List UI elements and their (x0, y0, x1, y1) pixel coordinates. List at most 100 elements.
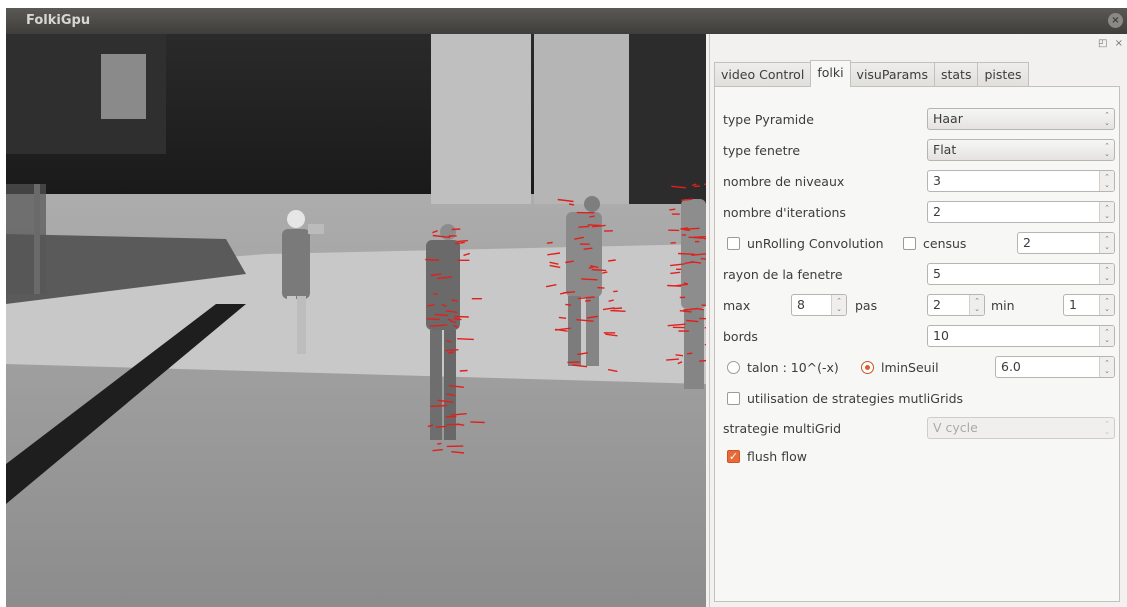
flow-vector (608, 259, 616, 262)
max-value: 8 (797, 297, 805, 312)
spin-arrows-icon: ⌃ ⌄ (1104, 420, 1110, 436)
flow-vector (470, 421, 485, 424)
spin-arrows-icon: ⌃ ⌄ (1104, 328, 1110, 344)
nombre-niveaux-value: 3 (933, 173, 941, 188)
strategie-multigrid-select[interactable]: V cycle ⌃ ⌄ (927, 417, 1115, 439)
close-window-button[interactable]: × (1108, 13, 1123, 28)
flow-vector (459, 369, 468, 372)
flow-vector (597, 286, 605, 289)
tab-folki[interactable]: folki (810, 60, 851, 87)
rayon-fenetre-label: rayon de la fenetre (723, 267, 843, 282)
nombre-iterations-spinbox[interactable]: 2 ⌃ ⌄ (927, 201, 1115, 223)
flow-vector (687, 352, 693, 355)
tab-visuparams[interactable]: visuParams (849, 62, 935, 87)
flow-vector (610, 309, 626, 312)
flow-vector (584, 299, 591, 302)
app-window: FolkiGpu × ◰ × video Control folki visuP… (6, 8, 1127, 607)
flow-vector (430, 404, 447, 408)
census-checkbox[interactable] (903, 237, 916, 250)
lminseuil-spinbox[interactable]: 6.0 ⌃ ⌄ (995, 356, 1115, 378)
title-bar: FolkiGpu × (6, 8, 1127, 34)
window-title: FolkiGpu (26, 13, 91, 28)
spin-arrows-icon: ⌃ ⌄ (1104, 266, 1110, 282)
building-window (101, 54, 146, 119)
lminseuil-radio[interactable] (861, 361, 874, 374)
talon-label: talon : 10^(-x) (747, 360, 839, 375)
lminseuil-label: lminSeuil (881, 360, 939, 375)
flow-vector (678, 252, 695, 255)
rayon-fenetre-spinbox[interactable]: 5 ⌃ ⌄ (927, 263, 1115, 285)
talon-radio[interactable] (727, 361, 740, 374)
census-spinbox[interactable]: 2 ⌃ ⌄ (1017, 232, 1115, 254)
nombre-niveaux-spinbox[interactable]: 3 ⌃ ⌄ (927, 170, 1115, 192)
flow-vector (435, 425, 447, 428)
spin-arrows-icon: ⌃ ⌄ (974, 297, 980, 313)
row-flush-flow: ✓ flush flow (715, 445, 1121, 469)
flush-flow-checkbox[interactable]: ✓ (727, 450, 740, 463)
row-nombre-niveaux: nombre de niveaux 3 ⌃ ⌄ (715, 170, 1121, 194)
strategie-multigrid-value: V cycle (933, 420, 978, 435)
pas-spinbox[interactable]: 2 ⌃ ⌄ (927, 294, 985, 316)
row-unrolling-census: unRolling Convolution census 2 ⌃ ⌄ (715, 232, 1121, 256)
tab-pistes[interactable]: pistes (977, 62, 1029, 87)
spin-arrows-icon: ⌃ ⌄ (1104, 111, 1110, 127)
max-spinbox[interactable]: 8 ⌃ ⌄ (791, 294, 847, 316)
spin-arrows-icon: ⌃ ⌄ (1104, 359, 1110, 375)
type-pyramide-value: Haar (933, 111, 963, 126)
flow-vector (451, 228, 461, 231)
flow-vector (454, 315, 469, 318)
bords-spinbox[interactable]: 10 ⌃ ⌄ (927, 325, 1115, 347)
flow-vector (697, 308, 705, 311)
row-max-pas-min: max 8 ⌃ ⌄ pas 2 ⌃ ⌄ min 1 ⌃ ⌄ (715, 294, 1121, 318)
row-talon-lminseuil: talon : 10^(-x) lminSeuil 6.0 ⌃ ⌄ (715, 356, 1121, 380)
flow-vector (694, 185, 701, 188)
type-pyramide-select[interactable]: Haar ⌃ ⌄ (927, 108, 1115, 130)
multigrid-checkbox[interactable] (727, 392, 740, 405)
min-spinbox[interactable]: 1 ⌃ ⌄ (1063, 294, 1115, 316)
flow-vector (666, 358, 679, 361)
flush-flow-label: flush flow (747, 449, 807, 464)
flow-vector (669, 208, 676, 211)
type-fenetre-select[interactable]: Flat ⌃ ⌄ (927, 139, 1115, 161)
row-nombre-iterations: nombre d'iterations 2 ⌃ ⌄ (715, 201, 1121, 225)
row-type-pyramide: type Pyramide Haar ⌃ ⌄ (715, 108, 1121, 132)
flow-vector (578, 225, 590, 228)
flow-vector (703, 237, 706, 240)
folki-tab-page: type Pyramide Haar ⌃ ⌄ type fenetre Flat … (714, 86, 1120, 602)
tab-video-control[interactable]: video Control (714, 62, 812, 87)
video-view[interactable] (6, 34, 706, 607)
min-value: 1 (1069, 297, 1077, 312)
flow-vector (568, 203, 575, 206)
flow-vector (437, 442, 442, 445)
row-bords: bords 10 ⌃ ⌄ (715, 325, 1121, 349)
flow-vector (581, 278, 598, 281)
hangar-door-left (431, 34, 531, 204)
folki-dock-panel: ◰ × video Control folki visuParams stats… (709, 34, 1127, 607)
type-fenetre-label: type fenetre (723, 143, 801, 158)
row-rayon-fenetre: rayon de la fenetre 5 ⌃ ⌄ (715, 263, 1121, 287)
spin-arrows-icon: ⌃ ⌄ (1104, 204, 1110, 220)
flow-vector (448, 351, 455, 354)
bords-label: bords (723, 329, 758, 344)
flow-vector (667, 284, 682, 287)
dock-float-close-icons[interactable]: ◰ × (1098, 38, 1125, 49)
spin-arrows-icon: ⌃ ⌄ (1104, 173, 1110, 189)
flow-vector (587, 224, 602, 227)
unrolling-convolution-checkbox[interactable] (727, 237, 740, 250)
flow-vector (457, 338, 474, 341)
flow-vector (425, 258, 440, 261)
pas-label: pas (855, 298, 878, 313)
flow-vector (688, 236, 704, 239)
nombre-niveaux-label: nombre de niveaux (723, 174, 845, 189)
rayon-fenetre-value: 5 (933, 266, 941, 281)
census-label: census (923, 236, 967, 251)
flow-vector (583, 247, 593, 250)
row-multigrid-use: utilisation de strategies mutliGrids (715, 387, 1121, 411)
flow-vector (434, 313, 449, 317)
spin-arrows-icon: ⌃ ⌄ (1104, 297, 1110, 313)
flow-vector (589, 215, 595, 218)
max-label: max (723, 298, 751, 313)
type-pyramide-label: type Pyramide (723, 112, 814, 127)
flow-vector (701, 304, 706, 307)
tab-stats[interactable]: stats (933, 62, 979, 87)
